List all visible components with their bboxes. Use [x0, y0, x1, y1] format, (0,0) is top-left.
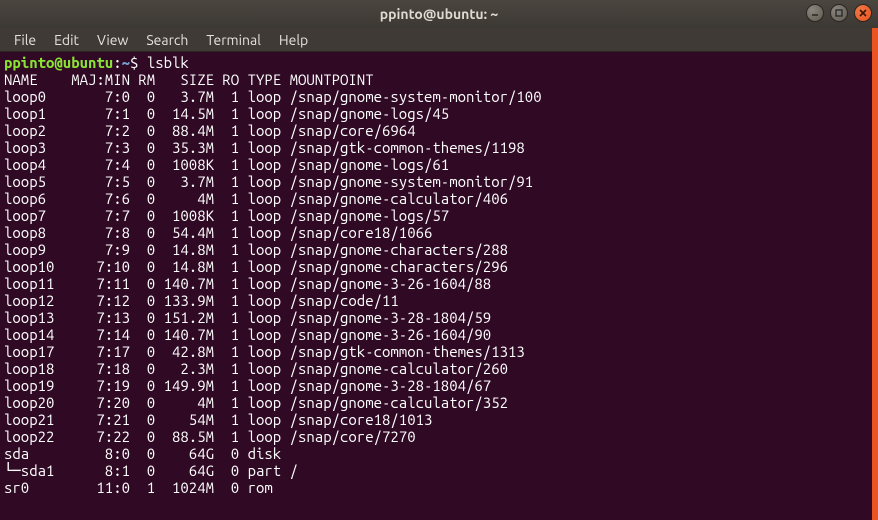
prompt-line: ppinto@ubuntu:~$ lsblk	[4, 54, 874, 71]
terminal-output[interactable]: ppinto@ubuntu:~$ lsblkNAME MAJ:MIN RM SI…	[0, 52, 878, 500]
lsblk-row: sr0 11:0 1 1024M 0 rom	[4, 479, 874, 496]
lsblk-row: loop11 7:11 0 140.7M 1 loop /snap/gnome-…	[4, 275, 874, 292]
prompt-sep: :	[113, 54, 121, 71]
window-controls	[806, 4, 872, 22]
lsblk-row: loop4 7:4 0 1008K 1 loop /snap/gnome-log…	[4, 156, 874, 173]
maximize-icon	[834, 8, 844, 18]
lsblk-row: loop10 7:10 0 14.8M 1 loop /snap/gnome-c…	[4, 258, 874, 275]
lsblk-row: loop19 7:19 0 149.9M 1 loop /snap/gnome-…	[4, 377, 874, 394]
menu-terminal[interactable]: Terminal	[198, 30, 269, 50]
lsblk-row: loop22 7:22 0 88.5M 1 loop /snap/core/72…	[4, 428, 874, 445]
close-button[interactable]	[854, 4, 872, 22]
lsblk-row: loop21 7:21 0 54M 1 loop /snap/core18/10…	[4, 411, 874, 428]
lsblk-row: loop1 7:1 0 14.5M 1 loop /snap/gnome-log…	[4, 105, 874, 122]
lsblk-row: loop3 7:3 0 35.3M 1 loop /snap/gtk-commo…	[4, 139, 874, 156]
menu-search[interactable]: Search	[138, 30, 196, 50]
prompt-path: ~	[122, 54, 130, 71]
lsblk-row: └─sda1 8:1 0 64G 0 part /	[4, 462, 874, 479]
lsblk-row: loop0 7:0 0 3.7M 1 loop /snap/gnome-syst…	[4, 88, 874, 105]
menubar: File Edit View Search Terminal Help	[0, 28, 878, 52]
menu-view[interactable]: View	[89, 30, 136, 50]
lsblk-row: loop6 7:6 0 4M 1 loop /snap/gnome-calcul…	[4, 190, 874, 207]
maximize-button[interactable]	[830, 4, 848, 22]
lsblk-row: loop8 7:8 0 54.4M 1 loop /snap/core18/10…	[4, 224, 874, 241]
lsblk-row: loop13 7:13 0 151.2M 1 loop /snap/gnome-…	[4, 309, 874, 326]
window-titlebar: ppinto@ubuntu: ~	[0, 0, 878, 28]
prompt-userhost: ppinto@ubuntu	[4, 54, 113, 71]
lsblk-row: loop20 7:20 0 4M 1 loop /snap/gnome-calc…	[4, 394, 874, 411]
menu-edit[interactable]: Edit	[46, 30, 87, 50]
lsblk-row: loop14 7:14 0 140.7M 1 loop /snap/gnome-…	[4, 326, 874, 343]
lsblk-row: loop7 7:7 0 1008K 1 loop /snap/gnome-log…	[4, 207, 874, 224]
prompt-sigil: $	[130, 54, 147, 71]
menu-help[interactable]: Help	[271, 30, 316, 50]
minimize-icon	[810, 8, 820, 18]
lsblk-row: loop17 7:17 0 42.8M 1 loop /snap/gtk-com…	[4, 343, 874, 360]
command-text: lsblk	[147, 54, 189, 71]
lsblk-row: loop2 7:2 0 88.4M 1 loop /snap/core/6964	[4, 122, 874, 139]
right-edge-decoration	[872, 28, 878, 520]
minimize-button[interactable]	[806, 4, 824, 22]
lsblk-row: loop18 7:18 0 2.3M 1 loop /snap/gnome-ca…	[4, 360, 874, 377]
window-title: ppinto@ubuntu: ~	[0, 6, 878, 22]
menu-file[interactable]: File	[6, 30, 44, 50]
close-icon	[858, 8, 868, 18]
lsblk-row: sda 8:0 0 64G 0 disk	[4, 445, 874, 462]
lsblk-header: NAME MAJ:MIN RM SIZE RO TYPE MOUNTPOINT	[4, 71, 874, 88]
lsblk-row: loop12 7:12 0 133.9M 1 loop /snap/code/1…	[4, 292, 874, 309]
lsblk-row: loop9 7:9 0 14.8M 1 loop /snap/gnome-cha…	[4, 241, 874, 258]
lsblk-row: loop5 7:5 0 3.7M 1 loop /snap/gnome-syst…	[4, 173, 874, 190]
